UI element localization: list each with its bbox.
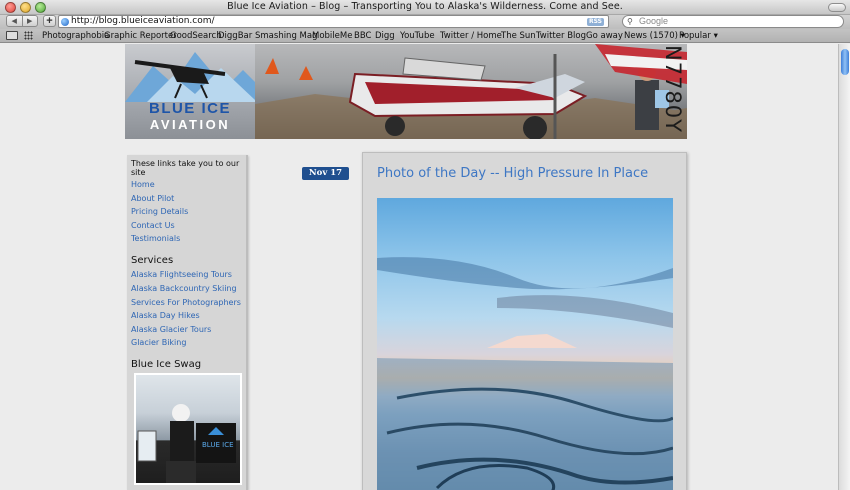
service-link-glacier-biking[interactable]: Glacier Biking [131,338,186,347]
forward-button[interactable]: ▶ [23,16,38,26]
nav-link-home[interactable]: Home [131,180,155,189]
site-logo[interactable]: BLUE ICE AVIATION [125,44,255,139]
svg-text:BLUE ICE: BLUE ICE [202,441,234,449]
search-icon: ⚲ [627,17,633,26]
nav-link-pricing[interactable]: Pricing Details [131,207,188,216]
post-title-link[interactable]: Photo of the Day -- High Pressure In Pla… [377,166,648,181]
post-date-badge: Nov 17 [302,167,349,180]
browser-toolbar: ◀ ▶ + http://blog.blueiceaviation.com/ R… [0,15,850,29]
address-bar[interactable]: http://blog.blueiceaviation.com/ RSS [58,15,609,28]
bookmark-folder-popular[interactable]: Popular ▾ [679,30,718,42]
nav-link-contact[interactable]: Contact Us [131,221,175,230]
mountain-plane-logo-icon [125,52,255,102]
bookmark-item[interactable]: Graphic Reporter [104,30,177,42]
site-favicon-icon [61,18,69,26]
web-page: BLUE ICE AVIATION N7780Y These links tak… [0,44,838,490]
toolbar-toggle-button[interactable] [828,3,846,12]
search-field[interactable]: ⚲ Google [622,15,844,28]
address-text: http://blog.blueiceaviation.com/ [71,16,215,26]
bush-plane-image [255,44,687,139]
bookmarks-book-icon[interactable] [6,31,18,40]
window-title: Blue Ice Aviation – Blog – Transporting … [227,1,623,12]
bookmark-item[interactable]: Go away [586,30,623,42]
bookmark-item[interactable]: Twitter / Home [440,30,502,42]
bookmark-item[interactable]: Smashing Mag [255,30,317,42]
bookmark-item[interactable]: The Sun [501,30,536,42]
history-nav: ◀ ▶ [6,15,38,27]
swag-photo[interactable]: BLUE ICE [134,373,242,485]
bookmark-item[interactable]: DiggBar [218,30,252,42]
header-plane-photo [255,44,687,139]
site-header: BLUE ICE AVIATION N7780Y [125,44,687,139]
logo-line2: AVIATION [149,117,231,132]
bookmark-item[interactable]: Photographobia [42,30,109,42]
back-button[interactable]: ◀ [7,16,23,26]
rss-button[interactable]: RSS [587,18,604,26]
bookmark-item[interactable]: Twitter Blog [536,30,586,42]
bookmark-item[interactable]: BBC [354,30,371,42]
bookmark-folder-news[interactable]: News (1570) ▾ [624,30,685,42]
swag-image: BLUE ICE [137,404,236,483]
service-link-backcountry-skiing[interactable]: Alaska Backcountry Skiing [131,284,237,293]
top-sites-grid-icon[interactable] [24,31,33,40]
service-link-flightseeing[interactable]: Alaska Flightseeing Tours [131,270,232,279]
aerial-landscape-image [377,257,673,490]
service-link-day-hikes[interactable]: Alaska Day Hikes [131,311,200,320]
sidebar: These links take you to our site Home Ab… [127,155,248,490]
nav-link-testimonials[interactable]: Testimonials [131,234,180,243]
bookmark-item[interactable]: Digg [375,30,395,42]
bookmark-item[interactable]: GoodSearch [170,30,222,42]
blog-post: Photo of the Day -- High Pressure In Pla… [362,152,687,490]
sidebar-intro: These links take you to our site [131,159,240,177]
window-titlebar: Blue Ice Aviation – Blog – Transporting … [0,0,850,15]
bookmark-item[interactable]: YouTube [400,30,435,42]
bookmark-item[interactable]: MobileMe [312,30,352,42]
post-photo[interactable] [377,198,673,490]
search-placeholder: Google [639,16,669,26]
vertical-scrollbar[interactable] [838,44,850,490]
service-link-glacier-tours[interactable]: Alaska Glacier Tours [131,325,211,334]
swag-heading: Blue Ice Swag [131,359,202,370]
services-heading: Services [131,255,174,266]
service-link-photographers[interactable]: Services For Photographers [131,298,241,307]
plane-tail-number: N7780Y [661,45,685,133]
scrollbar-thumb[interactable] [841,49,849,75]
bookmarks-bar: Photographobia Graphic Reporter GoodSear… [0,29,850,43]
add-bookmark-button[interactable]: + [43,15,56,27]
logo-line1: BLUE ICE [148,100,231,117]
nav-link-about-pilot[interactable]: About Pilot [131,194,174,203]
